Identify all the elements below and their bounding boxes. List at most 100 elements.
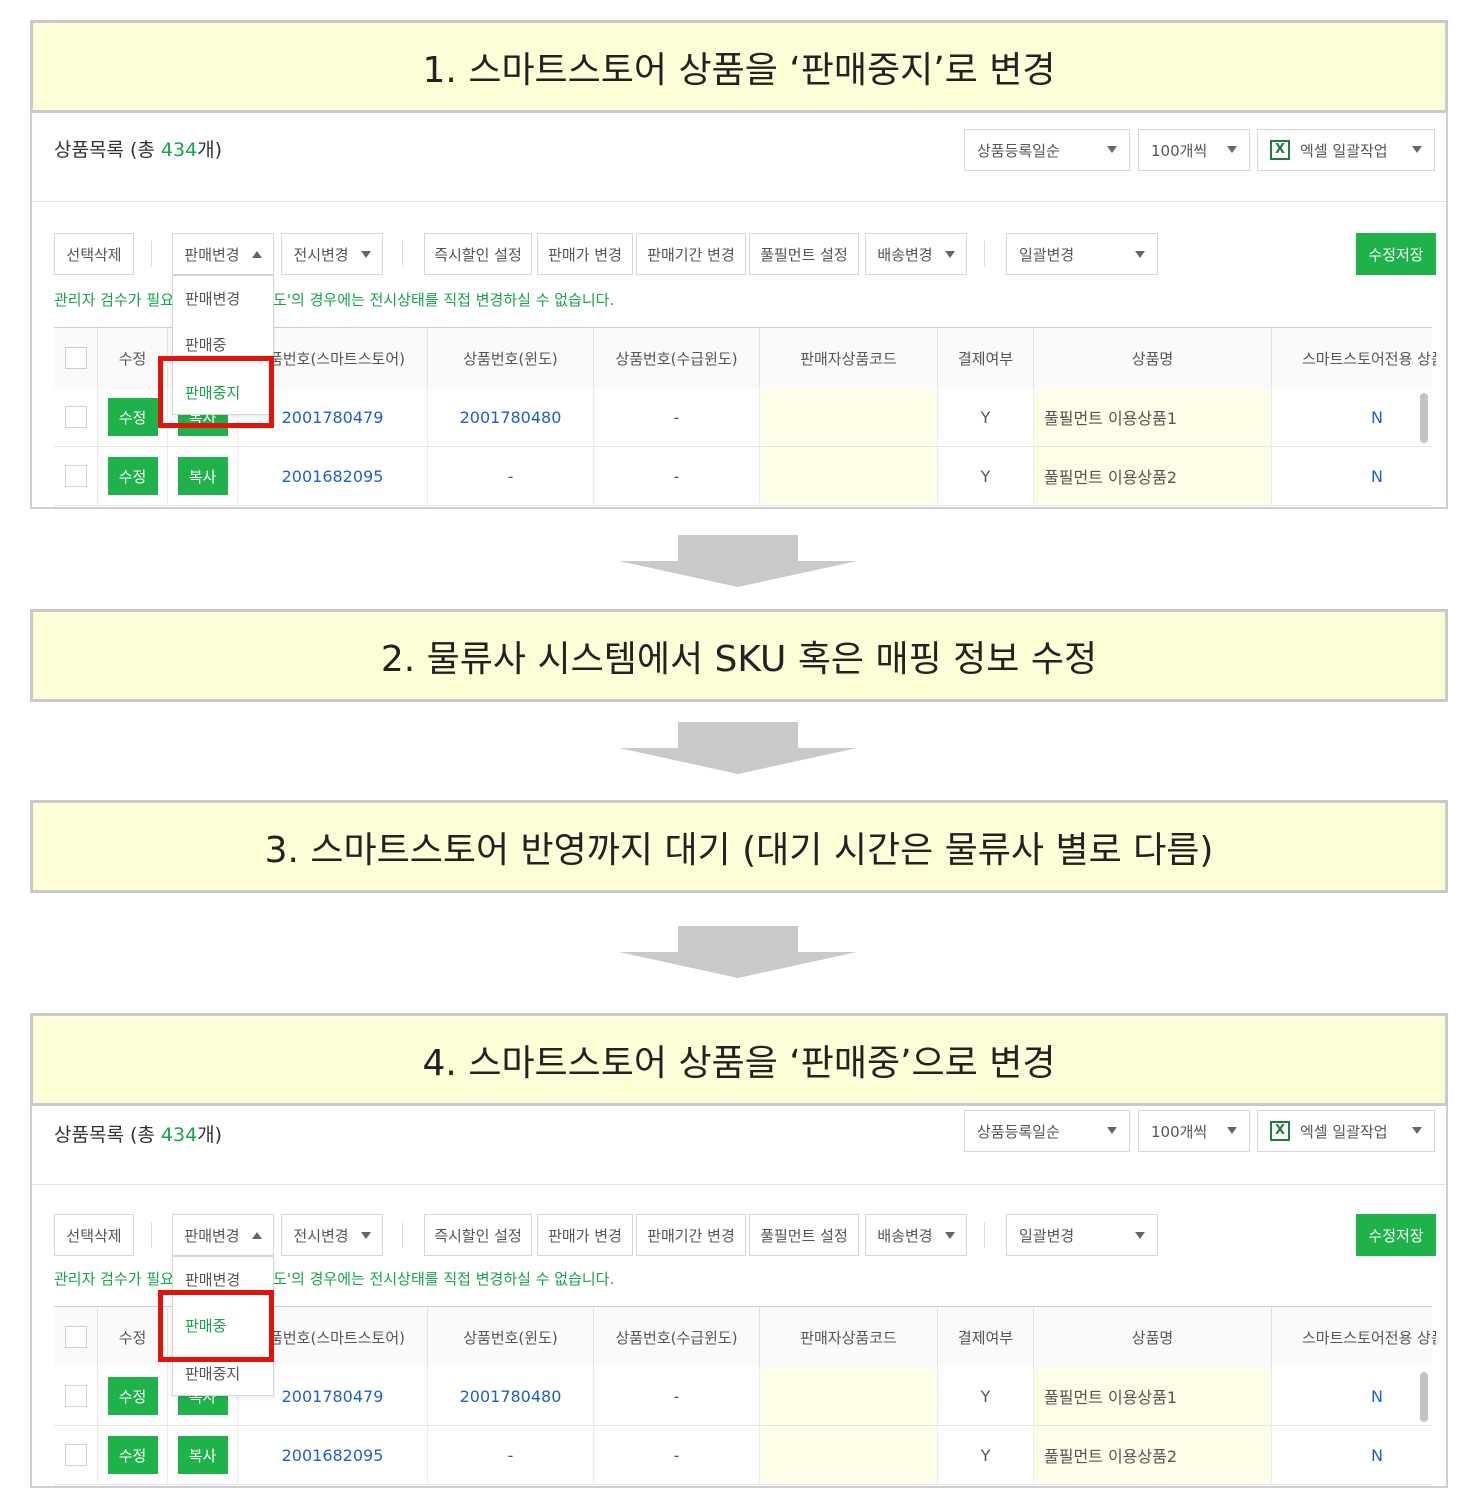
row-checkbox-cell [54, 1426, 98, 1484]
fulfillment-button[interactable]: 풀필먼트 설정 [749, 1214, 859, 1256]
window-id: - [428, 1426, 594, 1484]
seller-code [760, 388, 938, 446]
delivery-change-button[interactable]: 배송변경 [865, 233, 967, 275]
header-exclusive: 스마트스토어전용 상품 [1302, 1328, 1436, 1347]
step-1-text: 1. 스마트스토어 상품을 ‘판매중지’로 변경 [422, 49, 1056, 91]
bulk-change-select[interactable]: 일괄변경 [1006, 233, 1158, 275]
window-id-link[interactable]: 2001780480 [428, 388, 594, 446]
divider [151, 241, 152, 267]
chevron-up-icon [251, 250, 262, 258]
fulfillment-button[interactable]: 풀필먼트 설정 [749, 233, 859, 275]
header-paid: 결제여부 [938, 328, 1034, 388]
divider [151, 1222, 152, 1248]
sort-select[interactable]: 상품등록일순 [964, 1110, 1130, 1152]
save-button[interactable]: 수정저장 [1356, 233, 1436, 275]
down-arrow-icon [619, 926, 857, 978]
excel-icon: X [1270, 1121, 1290, 1141]
product-name: 풀필먼트 이용상품2 [1034, 447, 1272, 505]
copy-button[interactable]: 복사 [177, 457, 228, 495]
instant-discount-button[interactable]: 즉시할인 설정 [424, 233, 532, 275]
edit-button[interactable]: 수정 [107, 398, 158, 436]
step-1-banner: 1. 스마트스토어 상품을 ‘판매중지’로 변경 [30, 20, 1448, 113]
sale-change-button[interactable]: 판매변경 [172, 1214, 274, 1256]
step-4-banner: 4. 스마트스토어 상품을 ‘판매중’으로 변경 [30, 1013, 1448, 1106]
highlight-box [158, 1290, 274, 1362]
divider [984, 1222, 985, 1248]
step-3-text: 3. 스마트스토어 반영까지 대기 (대기 시간은 물류사 별로 다름) [264, 829, 1214, 871]
chevron-down-icon [944, 1231, 955, 1239]
scrollbar[interactable] [1420, 393, 1428, 443]
notice-text: 관리자 검수가 필요 '도'의 경우에는 전시상태를 직접 변경하실 수 없습니다… [54, 291, 615, 309]
excel-select[interactable]: X 엑셀 일괄작업 [1257, 1110, 1435, 1152]
page-size-select[interactable]: 100개씩 [1138, 129, 1250, 171]
step-2-banner: 2. 물류사 시스템에서 SKU 혹은 매핑 정보 수정 [30, 609, 1448, 702]
seller-code [760, 1367, 938, 1425]
display-change-button[interactable]: 전시변경 [281, 233, 383, 275]
paid-status: Y [938, 1367, 1034, 1425]
sort-select[interactable]: 상품등록일순 [964, 129, 1130, 171]
supply-id: - [594, 1426, 760, 1484]
sale-change-button[interactable]: 판매변경 [172, 233, 274, 275]
chevron-down-icon [1135, 1231, 1145, 1239]
seller-code [760, 447, 938, 505]
divider [32, 1184, 1446, 1185]
delivery-change-button[interactable]: 배송변경 [865, 1214, 967, 1256]
divider [402, 1222, 403, 1248]
period-change-button[interactable]: 판매기간 변경 [636, 1214, 746, 1256]
price-change-button[interactable]: 판매가 변경 [537, 233, 633, 275]
product-name: 풀필먼트 이용상품1 [1034, 388, 1272, 446]
dropdown-item-on-sale[interactable]: 판매중 [185, 334, 226, 355]
row-checkbox-cell [54, 447, 98, 505]
header-name: 상품명 [1034, 328, 1272, 388]
product-count: 434 [160, 139, 198, 161]
edit-button[interactable]: 수정 [107, 457, 158, 495]
dropdown-item-sale-stopped[interactable]: 판매중지 [185, 1363, 240, 1384]
select-all-checkbox[interactable] [64, 347, 87, 369]
edit-button[interactable]: 수정 [107, 1436, 158, 1474]
display-change-button[interactable]: 전시변경 [281, 1214, 383, 1256]
header-seller-code: 판매자상품코드 [760, 1307, 938, 1367]
row-checkbox[interactable] [64, 465, 87, 487]
chevron-down-icon [1412, 146, 1422, 153]
divider [984, 241, 985, 267]
price-change-button[interactable]: 판매가 변경 [537, 1214, 633, 1256]
save-button[interactable]: 수정저장 [1356, 1214, 1436, 1256]
store-id-link[interactable]: 2001682095 [238, 447, 428, 505]
product-name: 풀필먼트 이용상품1 [1034, 1367, 1272, 1425]
edit-cell: 수정 [98, 1367, 168, 1425]
excel-select[interactable]: X 엑셀 일괄작업 [1257, 129, 1435, 171]
highlight-box [158, 356, 274, 428]
row-checkbox[interactable] [64, 1444, 87, 1466]
paid-status: Y [938, 388, 1034, 446]
chevron-down-icon [360, 250, 371, 258]
window-id-link[interactable]: 2001780480 [428, 1367, 594, 1425]
chevron-down-icon [1227, 1127, 1237, 1134]
row-checkbox[interactable] [64, 1385, 87, 1407]
delete-selected-button[interactable]: 선택삭제 [54, 233, 134, 275]
row-checkbox-cell [54, 388, 98, 446]
supply-id: - [594, 447, 760, 505]
table-row: 수정 복사 2001682095 - - Y 풀필먼트 이용상품2 N [54, 1426, 1432, 1485]
edit-button[interactable]: 수정 [107, 1377, 158, 1415]
chevron-down-icon [1412, 1127, 1422, 1134]
instant-discount-button[interactable]: 즉시할인 설정 [424, 1214, 532, 1256]
row-checkbox[interactable] [64, 406, 87, 428]
exclusive-flag[interactable]: N [1272, 1426, 1446, 1484]
copy-button[interactable]: 복사 [177, 1436, 228, 1474]
select-all-checkbox[interactable] [64, 1326, 87, 1348]
header-seller-code: 판매자상품코드 [760, 328, 938, 388]
dropdown-header: 판매변경 [185, 1271, 241, 1289]
select-all-cell [54, 1307, 98, 1367]
bulk-change-select[interactable]: 일괄변경 [1006, 1214, 1158, 1256]
exclusive-flag[interactable]: N [1272, 447, 1446, 505]
delete-selected-button[interactable]: 선택삭제 [54, 1214, 134, 1256]
seller-code [760, 1426, 938, 1484]
period-change-button[interactable]: 판매기간 변경 [636, 233, 746, 275]
list-title: 상품목록 (총 434개) [54, 139, 223, 161]
row-checkbox-cell [54, 1367, 98, 1425]
store-id-link[interactable]: 2001682095 [238, 1426, 428, 1484]
edit-cell: 수정 [98, 447, 168, 505]
paid-status: Y [938, 447, 1034, 505]
scrollbar[interactable] [1420, 1372, 1428, 1422]
page-size-select[interactable]: 100개씩 [1138, 1110, 1250, 1152]
